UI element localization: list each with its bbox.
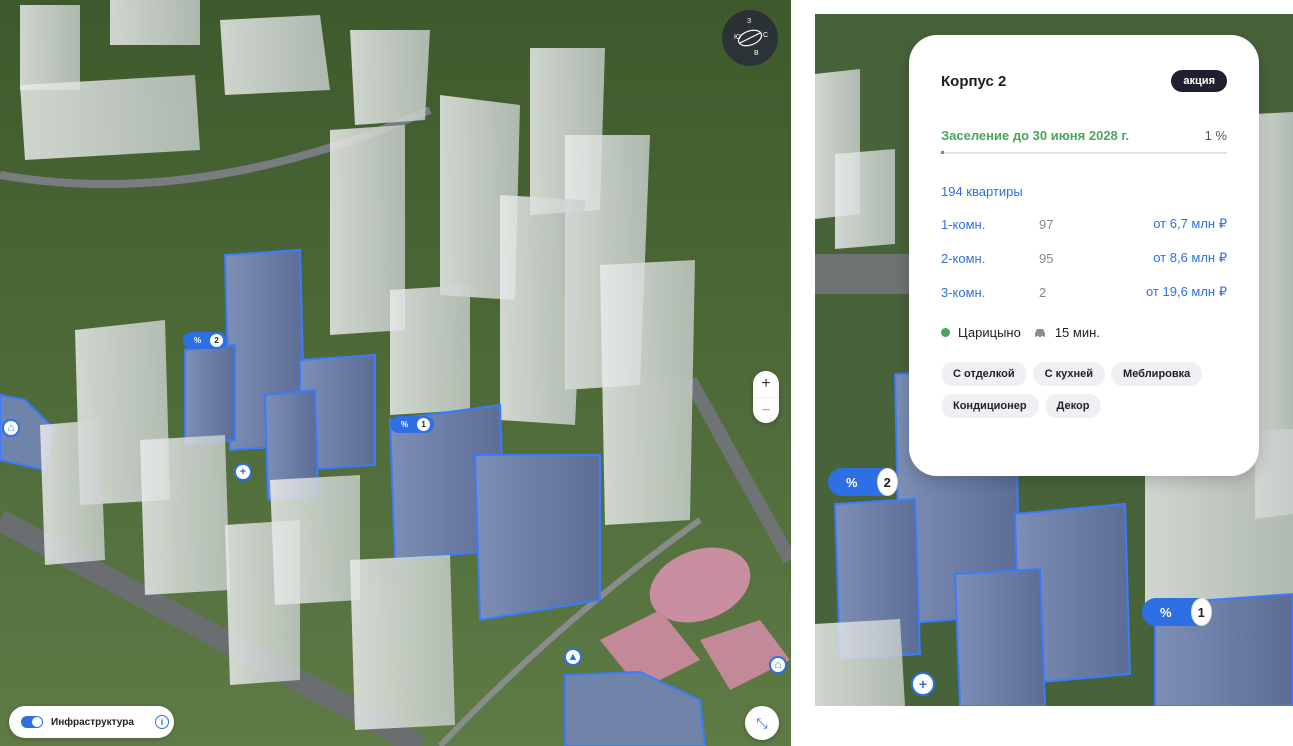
promo-pin-number: 2 [876, 468, 898, 496]
school-icon: ▲ [567, 651, 579, 663]
apartment-row-1[interactable]: 1-комн. 97 от 6,7 млн ₽ [941, 207, 1227, 241]
medical-pin[interactable]: + [911, 672, 935, 696]
apartment-count: 97 [1039, 216, 1054, 232]
medical-cross-icon: + [918, 676, 928, 692]
car-icon [1034, 328, 1045, 338]
school-pin[interactable]: ▲ [564, 648, 582, 666]
aerial-scene [0, 0, 791, 746]
apartment-row-2[interactable]: 2-комн. 95 от 8,6 млн ₽ [941, 241, 1227, 275]
settlement-progress-fill [941, 151, 944, 154]
promo-pin-2-large[interactable]: % 2 [828, 468, 898, 496]
apartment-type: 1-комн. [941, 216, 986, 232]
location-icon: ⌂ [7, 422, 15, 434]
apartment-type: 2-комн. [941, 250, 986, 266]
infrastructure-label: Инфраструктура [51, 716, 134, 728]
settlement-percent: 1 % [1204, 128, 1227, 143]
apartment-price: от 6,7 млн ₽ [1153, 216, 1227, 231]
apartment-row-3[interactable]: 3-комн. 2 от 19,6 млн ₽ [941, 275, 1227, 309]
apartment-table: 1-комн. 97 от 6,7 млн ₽ 2-комн. 95 от 8,… [941, 207, 1227, 309]
percent-icon: % [846, 474, 858, 490]
percent-icon: % [1160, 604, 1172, 620]
promo-pin-2[interactable]: % 2 [183, 332, 227, 349]
settlement-progress-bar [941, 151, 1227, 154]
building-title: Корпус 2 [941, 72, 1007, 90]
map-view[interactable]: Ю З С В + − % 2 % 1 ⌂ + ▲ ⌂ Инфраструкту… [0, 0, 791, 746]
medical-cross-icon: + [239, 466, 247, 478]
promo-badge: акция [1171, 70, 1227, 92]
infrastructure-toggle-panel: Инфраструктура i [9, 706, 174, 738]
settlement-text: Заселение до 30 июня 2028 г. [941, 128, 1130, 143]
percent-icon: % [194, 336, 202, 345]
feature-tag: С отделкой [941, 362, 1027, 386]
compass-south: В [754, 50, 759, 57]
promo-pin-1[interactable]: % 1 [390, 416, 434, 433]
percent-icon: % [401, 420, 409, 429]
zoom-control: + − [753, 371, 779, 423]
promo-pin-1-large[interactable]: % 1 [1142, 598, 1212, 626]
infrastructure-pin[interactable]: ⌂ [2, 419, 20, 437]
feature-tag: Меблировка [1111, 362, 1203, 386]
compass-west: Ю [734, 34, 742, 41]
collapse-button[interactable]: ⤡ [745, 706, 779, 740]
zoom-in-button[interactable]: + [753, 371, 779, 397]
travel-time: 15 мин. [1054, 325, 1100, 340]
metro-info: Царицыно 15 мин. [941, 325, 1227, 340]
feature-tags: С отделкой С кухней Меблировка Кондицион… [941, 362, 1227, 418]
compass-north: З [747, 18, 752, 25]
promo-pin-number: 1 [1190, 598, 1212, 626]
apartment-price: от 8,6 млн ₽ [1153, 250, 1227, 265]
infrastructure-toggle[interactable] [21, 716, 43, 728]
apartments-total[interactable]: 194 квартиры [941, 184, 1227, 199]
promo-pin-number: 1 [417, 418, 431, 431]
metro-line-icon [941, 328, 950, 337]
feature-tag: Кондиционер [941, 394, 1039, 418]
feature-tag: Декор [1044, 394, 1102, 418]
location-icon: ⌂ [774, 659, 782, 671]
promo-pin-number: 2 [210, 334, 224, 347]
info-icon[interactable]: i [155, 715, 169, 729]
feature-tag: С кухней [1032, 362, 1106, 386]
metro-station: Царицыно [958, 325, 1021, 340]
compass-control[interactable]: Ю З С В [722, 10, 778, 66]
settlement-info: Заселение до 30 июня 2028 г. 1 % [941, 128, 1227, 143]
apartment-price: от 19,6 млн ₽ [1145, 284, 1227, 299]
compass-east: С [763, 32, 769, 39]
apartment-type: 3-комн. [941, 284, 986, 300]
building-info-card: Корпус 2 акция Заселение до 30 июня 2028… [909, 35, 1259, 476]
collapse-arrows-icon: ⤡ [756, 714, 768, 731]
apartment-count: 95 [1039, 250, 1054, 266]
zoom-out-button[interactable]: − [753, 397, 779, 423]
medical-pin[interactable]: + [234, 463, 252, 481]
zoomed-map-view[interactable]: % 2 % 1 + Корпус 2 акция Заселение до 30… [815, 14, 1293, 706]
apartment-count: 2 [1039, 284, 1047, 300]
infrastructure-pin[interactable]: ⌂ [769, 656, 787, 674]
